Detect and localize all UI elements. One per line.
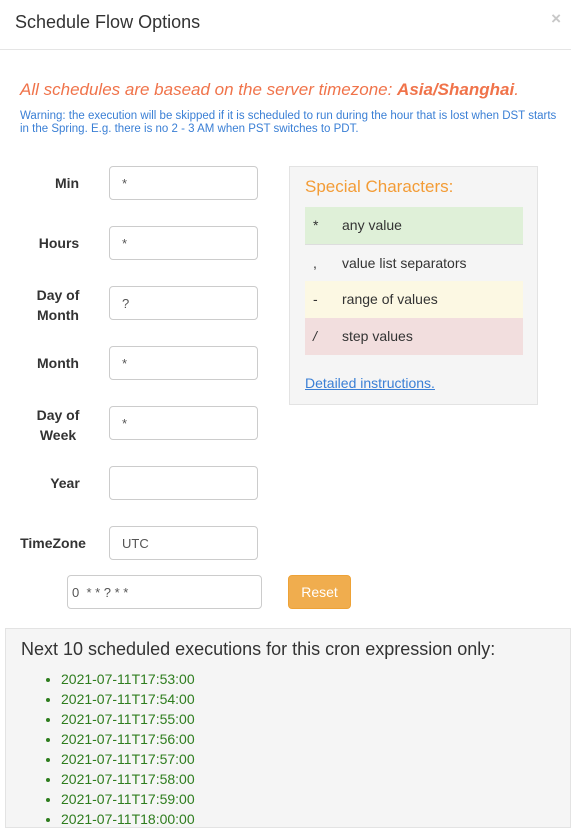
special-char-row: - range of values: [305, 281, 523, 318]
day-of-week-label-line2: Week: [39, 427, 77, 443]
timezone-notice: All schedules are basead on the server t…: [20, 80, 519, 100]
special-characters-panel: Special Characters: * any value , value …: [289, 166, 538, 405]
execution-list: 2021-07-11T17:53:00 2021-07-11T17:54:00 …: [46, 669, 195, 829]
execution-item: 2021-07-11T17:59:00: [61, 789, 195, 809]
special-char-description: any value: [342, 217, 402, 233]
execution-item: 2021-07-11T18:00:00: [61, 809, 195, 829]
next-executions-panel: Next 10 scheduled executions for this cr…: [5, 628, 571, 828]
month-input[interactable]: [109, 346, 258, 380]
execution-item: 2021-07-11T17:57:00: [61, 749, 195, 769]
reset-button[interactable]: Reset: [288, 575, 351, 609]
special-char-row: , value list separators: [305, 244, 523, 282]
timezone-notice-suffix: .: [514, 80, 519, 99]
detailed-instructions-link[interactable]: Detailed instructions.: [305, 375, 435, 391]
day-of-month-label: Day of Month: [18, 285, 98, 325]
execution-item: 2021-07-11T17:58:00: [61, 769, 195, 789]
execution-item: 2021-07-11T17:55:00: [61, 709, 195, 729]
special-char-symbol: /: [313, 328, 317, 344]
special-char-row: / step values: [305, 318, 523, 355]
year-label: Year: [50, 475, 80, 491]
special-char-description: range of values: [342, 291, 438, 307]
timezone-label: TimeZone: [20, 535, 86, 551]
day-of-month-label-line2: Month: [37, 307, 79, 323]
day-of-week-input[interactable]: [109, 406, 258, 440]
day-of-week-label-line1: Day of: [36, 407, 80, 423]
dst-warning: Warning: the execution will be skipped i…: [20, 110, 557, 135]
month-label: Month: [37, 355, 79, 371]
execution-item: 2021-07-11T17:54:00: [61, 689, 195, 709]
special-characters-title: Special Characters:: [305, 177, 454, 196]
special-char-symbol: -: [313, 291, 318, 307]
hours-input[interactable]: [109, 226, 258, 260]
min-input[interactable]: [109, 166, 258, 200]
special-char-description: step values: [342, 328, 413, 344]
min-label: Min: [54, 175, 80, 191]
cron-expression-input[interactable]: [67, 575, 262, 609]
next-executions-title: Next 10 scheduled executions for this cr…: [21, 639, 496, 659]
timezone-input[interactable]: [109, 526, 258, 560]
execution-item: 2021-07-11T17:56:00: [61, 729, 195, 749]
day-of-week-label: Day of Week: [18, 405, 98, 445]
special-char-description: value list separators: [342, 255, 467, 271]
timezone-notice-prefix: All schedules are basead on the server t…: [20, 80, 398, 99]
hours-label: Hours: [38, 235, 80, 251]
special-char-row: * any value: [305, 207, 523, 244]
modal-title: Schedule Flow Options: [15, 12, 201, 32]
close-icon[interactable]: ×: [551, 9, 561, 29]
server-timezone: Asia/Shanghai: [397, 80, 515, 99]
execution-item: 2021-07-11T17:53:00: [61, 669, 195, 689]
special-char-symbol: *: [313, 217, 319, 233]
year-input[interactable]: [109, 466, 258, 500]
day-of-month-input[interactable]: [109, 286, 258, 320]
day-of-month-label-line1: Day of: [36, 287, 80, 303]
modal-header: Schedule Flow Options ×: [0, 0, 571, 50]
special-char-symbol: ,: [313, 255, 317, 271]
